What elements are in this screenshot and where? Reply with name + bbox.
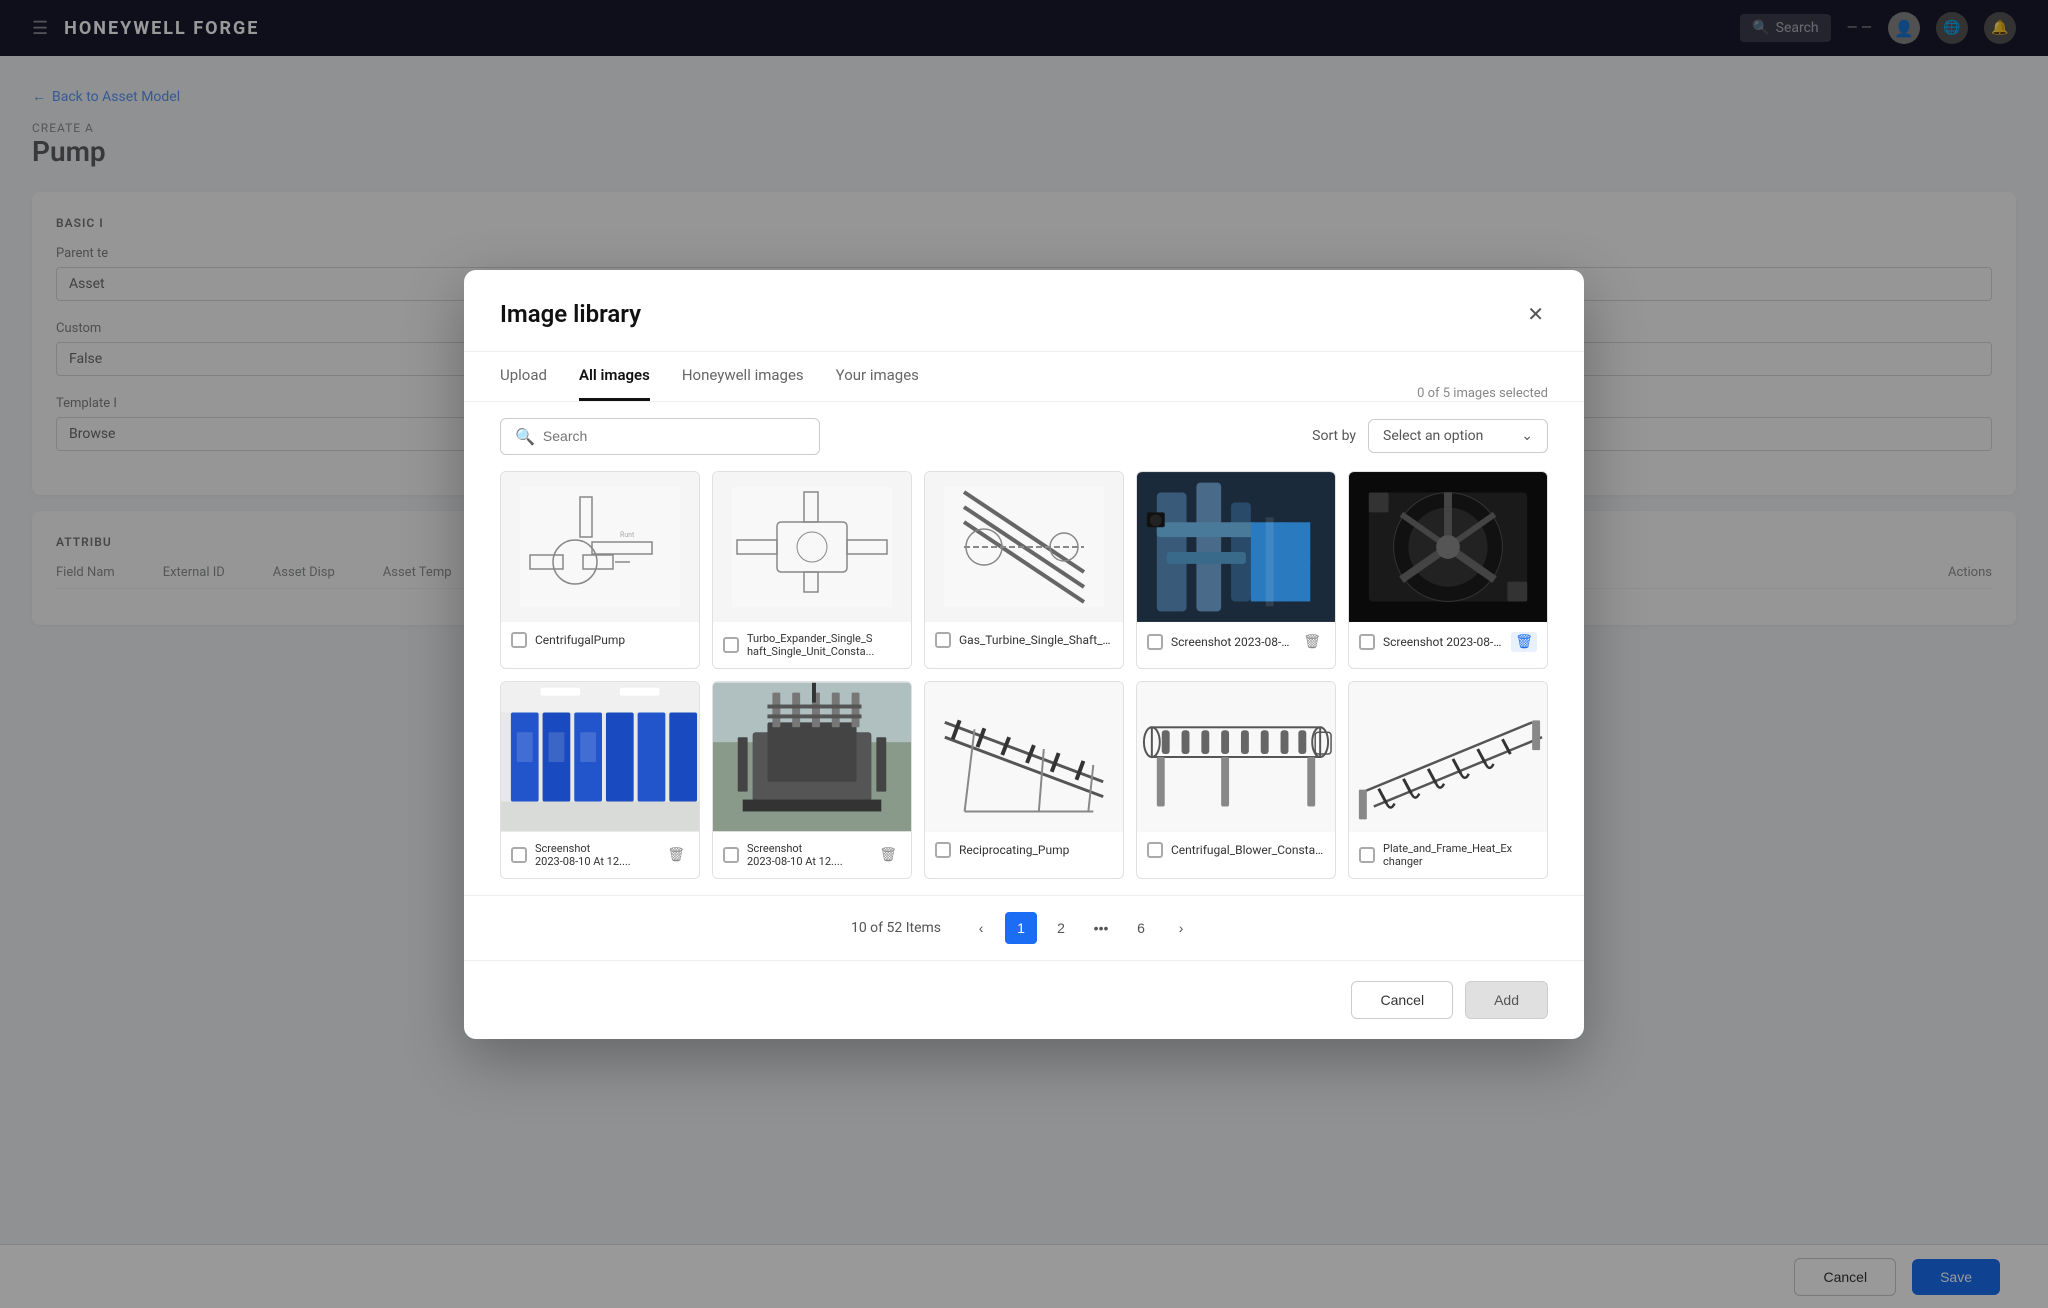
image-card-footer: Reciprocating_Pump bbox=[925, 832, 1123, 868]
pagination: 10 of 52 Items ‹ 1 2 ••• 6 › bbox=[464, 895, 1584, 960]
modal-overlay: Image library ✕ Upload All images Honeyw… bbox=[0, 0, 2048, 1308]
tab-upload[interactable]: Upload bbox=[500, 352, 547, 401]
sort-select[interactable]: Select an option ⌄ bbox=[1368, 419, 1548, 453]
pagination-dots: ••• bbox=[1085, 912, 1117, 944]
image-card[interactable]: Turbo_Expander_Single_Shaft_Single_Unit_… bbox=[712, 471, 912, 669]
image-checkbox[interactable] bbox=[1147, 634, 1163, 650]
image-thumbnail bbox=[1349, 472, 1547, 622]
image-checkbox[interactable] bbox=[1359, 634, 1375, 650]
image-thumbnail bbox=[925, 472, 1123, 622]
tab-your-images[interactable]: Your images bbox=[836, 352, 919, 401]
image-name: Screenshot 2023-08-10 At 12.... bbox=[1383, 635, 1503, 649]
sort-select-value: Select an option bbox=[1383, 428, 1483, 444]
image-card-footer: CentrifugalPump bbox=[501, 622, 699, 658]
image-name: CentrifugalPump bbox=[535, 633, 689, 647]
chevron-down-icon: ⌄ bbox=[1521, 428, 1533, 444]
image-name: Screenshot2023-08-10 At 12.... bbox=[747, 842, 867, 868]
image-name: Screenshot2023-08-10 At 12.... bbox=[535, 842, 655, 868]
modal-tabs: Upload All images Honeywell images Your … bbox=[464, 352, 1584, 402]
search-input[interactable] bbox=[543, 428, 805, 444]
image-card-footer: Turbo_Expander_Single_Shaft_Single_Unit_… bbox=[713, 622, 911, 668]
modal-footer: Cancel Add bbox=[464, 960, 1584, 1039]
image-thumbnail bbox=[713, 472, 911, 622]
image-thumbnail bbox=[713, 682, 911, 832]
search-icon: 🔍 bbox=[515, 427, 535, 446]
image-card[interactable]: Reciprocating_Pump bbox=[924, 681, 1124, 879]
image-card-footer: Gas_Turbine_Single_Shaft_Simple_Cycle bbox=[925, 622, 1123, 658]
tab-all-images[interactable]: All images bbox=[579, 352, 650, 401]
image-card-footer: Screenshot 2023-08-10 At 12.... 🗑 bbox=[1349, 622, 1547, 662]
image-thumbnail bbox=[925, 682, 1123, 832]
image-thumbnail bbox=[1137, 682, 1335, 832]
image-name: Turbo_Expander_Single_Shaft_Single_Unit_… bbox=[747, 632, 901, 658]
sort-by-label: Sort by bbox=[1312, 428, 1356, 444]
image-thumbnail: Runt bbox=[501, 472, 699, 622]
image-checkbox[interactable] bbox=[935, 632, 951, 648]
image-thumbnail bbox=[1137, 472, 1335, 622]
modal-title: Image library bbox=[500, 300, 641, 328]
image-library-modal: Image library ✕ Upload All images Honeyw… bbox=[464, 270, 1584, 1039]
search-box[interactable]: 🔍 bbox=[500, 418, 820, 455]
add-button[interactable]: Add bbox=[1465, 981, 1548, 1019]
page-6-button[interactable]: 6 bbox=[1125, 912, 1157, 944]
image-card[interactable]: Screenshot 2023-08-10 At 12.... 🗑 bbox=[1348, 471, 1548, 669]
image-card[interactable]: Screenshot 2023-08-10 At 12.... 🗑 bbox=[1136, 471, 1336, 669]
image-card-footer: Screenshot2023-08-10 At 12.... 🗑 bbox=[713, 832, 911, 878]
svg-text:Runt: Runt bbox=[620, 531, 635, 539]
image-checkbox[interactable] bbox=[511, 632, 527, 648]
image-card[interactable]: Screenshot2023-08-10 At 12.... 🗑 bbox=[500, 681, 700, 879]
image-name: Gas_Turbine_Single_Shaft_Simple_Cycle bbox=[959, 633, 1113, 647]
image-card[interactable]: Plate_and_Frame_Heat_Exchanger bbox=[1348, 681, 1548, 879]
prev-page-button[interactable]: ‹ bbox=[965, 912, 997, 944]
image-card[interactable]: Screenshot2023-08-10 At 12.... 🗑 bbox=[712, 681, 912, 879]
image-thumbnail bbox=[1349, 682, 1547, 832]
modal-close-button[interactable]: ✕ bbox=[1523, 298, 1548, 331]
image-checkbox[interactable] bbox=[935, 842, 951, 858]
image-checkbox[interactable] bbox=[511, 847, 527, 863]
image-card[interactable]: Gas_Turbine_Single_Shaft_Simple_Cycle bbox=[924, 471, 1124, 669]
image-checkbox[interactable] bbox=[723, 637, 739, 653]
image-checkbox[interactable] bbox=[1359, 847, 1375, 863]
modal-header: Image library ✕ bbox=[464, 270, 1584, 352]
image-name: Screenshot 2023-08-10 At 12.... bbox=[1171, 635, 1291, 649]
image-name: Plate_and_Frame_Heat_Exchanger bbox=[1383, 842, 1537, 868]
image-checkbox[interactable] bbox=[1147, 842, 1163, 858]
image-card[interactable]: Runt CentrifugalPump bbox=[500, 471, 700, 669]
image-name: Reciprocating_Pump bbox=[959, 843, 1113, 857]
delete-icon[interactable]: 🗑 bbox=[663, 845, 689, 865]
page-2-button[interactable]: 2 bbox=[1045, 912, 1077, 944]
page-1-button[interactable]: 1 bbox=[1005, 912, 1037, 944]
delete-icon[interactable]: 🗑 bbox=[1299, 632, 1325, 652]
pagination-info: 10 of 52 Items bbox=[851, 920, 941, 936]
next-page-button[interactable]: › bbox=[1165, 912, 1197, 944]
image-card-footer: Screenshot 2023-08-10 At 12.... 🗑 bbox=[1137, 622, 1335, 662]
delete-icon[interactable]: 🗑 bbox=[875, 845, 901, 865]
highlight-delete-icon[interactable]: 🗑 bbox=[1511, 632, 1537, 652]
image-grid: Runt CentrifugalPump bbox=[464, 471, 1584, 895]
image-card-footer: Plate_and_Frame_Heat_Exchanger bbox=[1349, 832, 1547, 878]
image-name: Centrifugal_Blower_Constant_Speed bbox=[1171, 843, 1325, 857]
image-card-footer: Screenshot2023-08-10 At 12.... 🗑 bbox=[501, 832, 699, 878]
image-checkbox[interactable] bbox=[723, 847, 739, 863]
tab-honeywell-images[interactable]: Honeywell images bbox=[682, 352, 804, 401]
image-thumbnail bbox=[501, 682, 699, 832]
sort-area: Sort by Select an option ⌄ bbox=[1312, 419, 1548, 453]
modal-toolbar: 🔍 Sort by Select an option ⌄ bbox=[464, 402, 1584, 471]
image-card-footer: Centrifugal_Blower_Constant_Speed bbox=[1137, 832, 1335, 868]
cancel-button[interactable]: Cancel bbox=[1351, 981, 1453, 1019]
image-card[interactable]: Centrifugal_Blower_Constant_Speed bbox=[1136, 681, 1336, 879]
